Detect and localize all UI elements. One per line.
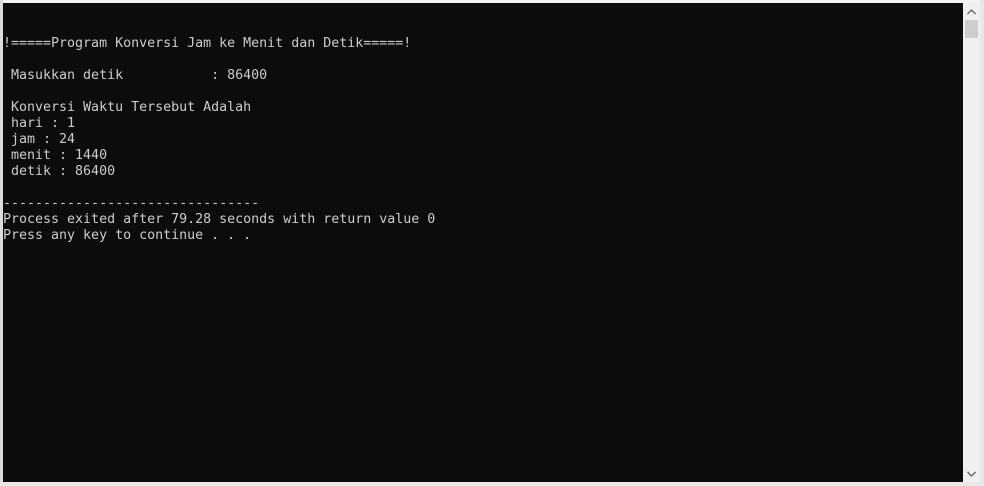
console-window: !=====Program Konversi Jam ke Menit dan … [0, 0, 984, 486]
console-line-process-exit: Process exited after 79.28 seconds with … [3, 212, 436, 227]
chevron-up-icon [967, 8, 976, 14]
console-line-press-any-key: Press any key to continue . . . [3, 228, 252, 243]
console-line-separator: -------------------------------- [3, 196, 260, 211]
scroll-thumb[interactable] [965, 20, 978, 38]
console-line-header: !=====Program Konversi Jam ke Menit dan … [3, 36, 412, 51]
scroll-up-button[interactable] [963, 3, 980, 20]
console-line-jam: jam : 24 [3, 132, 76, 147]
console-line-detik: detik : 86400 [3, 164, 116, 179]
vertical-scrollbar[interactable] [963, 3, 980, 482]
console-line-result-title: Konversi Waktu Tersebut Adalah [3, 100, 252, 115]
window-bottom-border [0, 482, 984, 486]
console-output[interactable]: !=====Program Konversi Jam ke Menit dan … [3, 3, 963, 482]
scroll-down-button[interactable] [963, 465, 980, 482]
console-line-menit: menit : 1440 [3, 148, 108, 163]
console-line-input-prompt: Masukkan detik : 86400 [3, 68, 268, 83]
console-line-hari: hari : 1 [3, 116, 76, 131]
window-right-border [980, 0, 984, 486]
chevron-down-icon [967, 471, 976, 477]
